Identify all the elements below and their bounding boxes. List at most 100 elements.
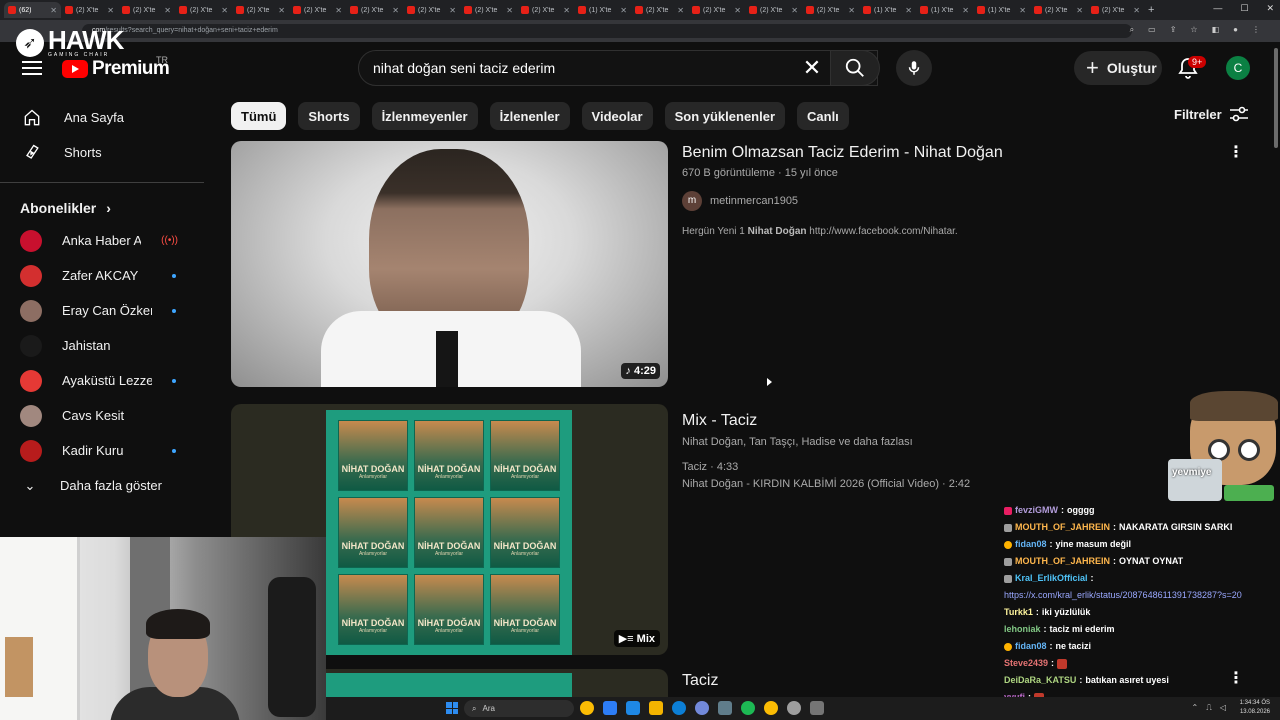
tab-close-icon[interactable]: ✕ — [1076, 6, 1083, 15]
sidebar-subscription[interactable]: Anka Haber Ajansı ((•)) — [0, 223, 206, 258]
tab-close-icon[interactable]: ✕ — [392, 6, 399, 15]
search-button[interactable] — [830, 50, 880, 86]
app-icon[interactable] — [787, 701, 801, 715]
youtube-logo[interactable]: Premium — [62, 58, 170, 80]
tab-close-icon[interactable]: ✕ — [335, 6, 342, 15]
minimize-icon[interactable]: — — [1213, 3, 1222, 14]
tab-close-icon[interactable]: ✕ — [791, 6, 798, 15]
browser-menu-icon[interactable]: ⋮ — [1252, 25, 1260, 35]
browser-tab[interactable]: (2) X'te ✕ — [403, 2, 460, 18]
cast-icon[interactable]: ▭ — [1148, 25, 1156, 35]
chrome-app-icon[interactable] — [764, 701, 778, 715]
account-avatar[interactable]: C — [1226, 56, 1250, 80]
taskbar-clock[interactable]: 1:34:34 ÖS 13.08.2026 — [1240, 699, 1270, 717]
browser-tab[interactable]: (2) X'te ✕ — [460, 2, 517, 18]
edge-app-icon[interactable] — [672, 701, 686, 715]
sidebar-subscription[interactable]: Ayaküstü Lezzetl... — [0, 363, 206, 398]
create-button[interactable]: + Oluştur — [1074, 51, 1162, 85]
page-scrollbar[interactable] — [1274, 48, 1278, 148]
tab-close-icon[interactable]: ✕ — [278, 6, 285, 15]
chevron-up-icon[interactable]: ⌃ — [1192, 703, 1199, 713]
chat-link[interactable]: https://x.com/kral_erlik/status/20876486… — [1004, 591, 1242, 600]
obs-app-icon[interactable] — [810, 701, 824, 715]
filters-button[interactable]: Filtreler — [1174, 106, 1248, 122]
clear-search-icon[interactable]: ✕ — [800, 56, 824, 80]
filter-chip[interactable]: Videolar — [581, 102, 653, 130]
show-more-button[interactable]: ⌄ Daha fazla göster — [0, 468, 206, 503]
close-window-icon[interactable]: ✕ — [1266, 3, 1274, 14]
sidebar-subscription[interactable]: Kadir Kuru — [0, 433, 206, 468]
discord-app-icon[interactable] — [695, 701, 709, 715]
chat-username[interactable]: MOUTH_OF_JAHREIN — [1015, 523, 1110, 532]
chat-username[interactable]: DeiDaRa_KATSU — [1004, 676, 1076, 685]
more-actions-icon[interactable]: ⋮ — [1228, 142, 1244, 162]
sidebar-item-home[interactable]: Ana Sayfa — [0, 100, 206, 135]
filter-chip[interactable]: İzlenmeyenler — [371, 102, 478, 130]
browser-tab[interactable]: (2) X'te ✕ — [688, 2, 745, 18]
mix-track-2[interactable]: Nihat Doğan - KIRDIN KALBİMİ 2026 (Offic… — [682, 478, 970, 490]
tab-close-icon[interactable]: ✕ — [506, 6, 513, 15]
filter-chip[interactable]: Canlı — [797, 102, 849, 130]
spotify-app-icon[interactable] — [741, 701, 755, 715]
browser-tab[interactable]: (2) X'te ✕ — [346, 2, 403, 18]
browser-tab[interactable]: (2) X'te ✕ — [118, 2, 175, 18]
browser-tab[interactable]: (2) X'te ✕ — [802, 2, 859, 18]
windows-start-icon[interactable] — [446, 702, 458, 714]
sidebar-subscription[interactable]: Zafer AKCAY — [0, 258, 206, 293]
browser-tab[interactable]: (1) X'te ✕ — [973, 2, 1030, 18]
network-icon[interactable]: ⎍ — [1206, 703, 1212, 713]
tab-close-icon[interactable]: ✕ — [1019, 6, 1026, 15]
tab-close-icon[interactable]: ✕ — [962, 6, 969, 15]
tab-close-icon[interactable]: ✕ — [734, 6, 741, 15]
zoom-icon[interactable]: ⌕ — [1130, 25, 1134, 35]
video-title-partial[interactable]: Taciz — [682, 672, 718, 690]
filter-chip[interactable]: İzlenenler — [489, 102, 570, 130]
app-icon[interactable] — [603, 701, 617, 715]
file-explorer-icon[interactable] — [649, 701, 663, 715]
tab-close-icon[interactable]: ✕ — [677, 6, 684, 15]
chat-username[interactable]: fidan08 — [1015, 540, 1047, 549]
sidebar-subscription[interactable]: Jahistan — [0, 328, 206, 363]
chat-username[interactable]: Kral_ErlikOfficial — [1015, 574, 1088, 583]
browser-tab[interactable]: (2) X'te ✕ — [175, 2, 232, 18]
browser-tab[interactable]: (2) X'te ✕ — [1030, 2, 1087, 18]
filter-chip[interactable]: Tümü — [231, 102, 287, 130]
tab-close-icon[interactable]: ✕ — [50, 6, 57, 15]
bookmark-star-icon[interactable]: ☆ — [1190, 25, 1197, 35]
chat-username[interactable]: Steve2439 — [1004, 659, 1048, 668]
tab-close-icon[interactable]: ✕ — [221, 6, 228, 15]
browser-tab[interactable]: (2) X'te ✕ — [232, 2, 289, 18]
browser-tab[interactable]: (1) X'te ✕ — [859, 2, 916, 18]
browser-tab[interactable]: (1) X'te ✕ — [574, 2, 631, 18]
tab-close-icon[interactable]: ✕ — [620, 6, 627, 15]
maximize-icon[interactable]: ☐ — [1240, 3, 1248, 14]
browser-tab[interactable]: (2) X'te ✕ — [1087, 2, 1144, 18]
tab-close-icon[interactable]: ✕ — [848, 6, 855, 15]
sidebar-subscription[interactable]: Eray Can Özkenar — [0, 293, 206, 328]
app-icon[interactable] — [626, 701, 640, 715]
chat-username[interactable]: fevziGMW — [1015, 506, 1058, 515]
video-title[interactable]: Benim Olmazsan Taciz Ederim - Nihat Doğa… — [682, 144, 1003, 162]
browser-tab[interactable]: (1) X'te ✕ — [916, 2, 973, 18]
tab-close-icon[interactable]: ✕ — [563, 6, 570, 15]
volume-icon[interactable]: ◁ — [1220, 703, 1226, 713]
browser-tab[interactable]: (62) ✕ — [4, 2, 61, 18]
guide-menu-icon[interactable] — [22, 58, 42, 78]
profile-icon[interactable]: ● — [1233, 25, 1238, 35]
tab-close-icon[interactable]: ✕ — [164, 6, 171, 15]
extensions-icon[interactable]: ◧ — [1212, 25, 1220, 35]
app-icon[interactable] — [718, 701, 732, 715]
browser-tab[interactable]: (2) X'te ✕ — [289, 2, 346, 18]
browser-tab[interactable]: (2) X'te ✕ — [631, 2, 688, 18]
chat-username[interactable]: MOUTH_OF_JAHREIN — [1015, 557, 1110, 566]
tab-close-icon[interactable]: ✕ — [449, 6, 456, 15]
url-field[interactable]: com/results?search_query=nihat+doğan+sen… — [82, 24, 1132, 38]
browser-tab[interactable]: (2) X'te ✕ — [61, 2, 118, 18]
tab-close-icon[interactable]: ✕ — [1133, 6, 1140, 15]
voice-search-button[interactable] — [896, 50, 932, 86]
mix-title[interactable]: Mix - Taciz — [682, 412, 757, 430]
chrome-app-icon[interactable] — [580, 701, 594, 715]
browser-tab[interactable]: (2) X'te ✕ — [517, 2, 574, 18]
sidebar-item-shorts[interactable]: Shorts — [0, 135, 206, 170]
taskbar-search[interactable]: ⌕ Ara — [464, 700, 574, 717]
